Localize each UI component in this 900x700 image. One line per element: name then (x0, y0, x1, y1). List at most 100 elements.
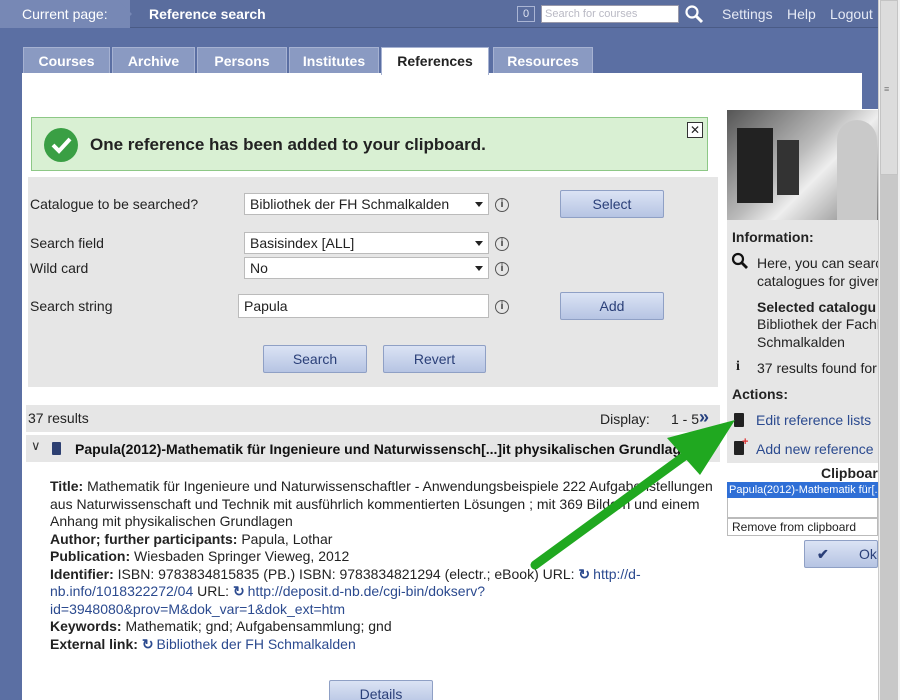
keywords-label: Keywords: (50, 618, 122, 634)
identifier-label: Identifier: (50, 565, 114, 582)
tab-institutes[interactable]: Institutes (289, 47, 379, 74)
record-header[interactable]: ∨ Papula(2012)-Mathematik für Ingenieure… (26, 435, 720, 462)
clipboard-item[interactable]: Papula(2012)-Mathematik für[...] (727, 482, 878, 498)
results-bar: 37 results Display: 1 - 5 » (26, 405, 720, 432)
actions-heading: Actions: (732, 386, 788, 402)
external-link-icon: ↻ (578, 565, 591, 582)
monitor-shape (777, 140, 799, 195)
book-icon (734, 413, 744, 427)
external-link-label: External link: (50, 635, 138, 652)
settings-link[interactable]: Settings (722, 0, 773, 28)
record-publication-row: Publication: Wiesbaden Springer Vieweg, … (50, 548, 715, 566)
ok-button[interactable]: ✔ Ok (804, 540, 878, 568)
info-text-1: Here, you can searc (757, 255, 883, 271)
results-count: 37 results (28, 410, 89, 426)
publication-value: Wiesbaden Springer Vieweg, 2012 (134, 548, 350, 564)
success-notice: One reference has been added to your cli… (31, 117, 708, 171)
search-button[interactable]: Search (263, 345, 367, 373)
record-identifier-row: Identifier: ISBN: 9783834815835 (PB.) IS… (50, 566, 715, 619)
library-link[interactable]: Bibliothek der FH Schmalkalden (157, 636, 356, 652)
info-text-2: catalogues for given (757, 273, 883, 289)
breadcrumb-arrow-icon (118, 0, 132, 28)
revert-button[interactable]: Revert (383, 345, 486, 373)
record-author-row: Author; further participants: Papula, Lo… (50, 531, 715, 549)
record-title[interactable]: Papula(2012)-Mathematik für Ingenieure u… (75, 441, 697, 457)
magnifier-icon (731, 252, 748, 269)
author-label: Author; further participants: (50, 530, 238, 547)
add-button[interactable]: Add (560, 292, 664, 320)
clipboard-action-select[interactable]: Remove from clipboard (727, 518, 878, 536)
plus-icon: + (742, 436, 749, 448)
page-title: Reference search (149, 6, 266, 22)
top-bar: Current page: Reference search 0 Setting… (0, 0, 878, 28)
tab-archive[interactable]: Archive (112, 47, 195, 74)
monitor-shape (737, 128, 773, 203)
search-field-value: Basisindex [ALL] (250, 235, 355, 251)
selected-catalogue-line2: Schmalkalden (757, 334, 845, 350)
selected-catalogue-heading: Selected catalogu (757, 299, 877, 315)
external-link-icon: ↻ (232, 583, 245, 599)
select-button[interactable]: Select (560, 190, 664, 218)
record-keywords-row: Keywords: Mathematik; gnd; Aufgabensamml… (50, 618, 715, 636)
next-page-icon[interactable]: » (699, 407, 709, 428)
identifier-value: ISBN: 9783834815835 (PB.) ISBN: 97838348… (117, 565, 575, 582)
publication-label: Publication: (50, 548, 131, 564)
external-link-icon: ↻ (141, 635, 154, 652)
sidebar-photo (727, 110, 878, 220)
record-details: Title: Mathematik für Ingenieure und Nat… (50, 478, 715, 653)
help-link[interactable]: Help (787, 0, 816, 28)
wildcard-value: No (250, 260, 268, 276)
display-label: Display: (600, 411, 650, 427)
chevron-down-icon (475, 241, 483, 246)
tab-references[interactable]: References (381, 47, 489, 75)
ok-button-label: Ok (859, 546, 877, 562)
tab-courses[interactable]: Courses (23, 47, 110, 74)
add-new-reference-link[interactable]: Add new reference (756, 441, 874, 457)
url-label: URL: (197, 583, 230, 599)
author-value: Papula, Lothar (241, 530, 333, 547)
results-found-text: 37 results found for y (757, 360, 888, 376)
record-external-row: External link: ↻ Bibliothek der FH Schmal… (50, 636, 715, 654)
book-icon (52, 442, 61, 455)
tab-resources[interactable]: Resources (493, 47, 593, 74)
title-value: Mathematik für Ingenieure und Naturwisse… (50, 478, 713, 529)
info-icon[interactable]: i (495, 198, 509, 212)
info-icon[interactable]: i (495, 237, 509, 251)
search-string-label: Search string (30, 298, 113, 314)
details-button[interactable]: Details (329, 680, 433, 700)
checkmark-icon: ✔ (817, 546, 829, 562)
keywords-value: Mathematik; gnd; Aufgabensammlung; gnd (125, 618, 392, 634)
wildcard-label: Wild card (30, 260, 89, 276)
logout-link[interactable]: Logout (830, 0, 873, 28)
selected-catalogue-line1: Bibliothek der Fachh (757, 316, 885, 332)
info-icon: i (736, 359, 740, 374)
search-field-label: Search field (30, 235, 104, 251)
information-heading: Information: (732, 229, 814, 245)
search-string-input[interactable] (238, 294, 489, 318)
check-icon (44, 128, 78, 162)
search-icon[interactable] (684, 4, 704, 24)
catalogue-select[interactable]: Bibliothek der FH Schmalkalden (244, 193, 489, 215)
close-icon[interactable]: ✕ (687, 122, 703, 138)
title-label: Title: (50, 478, 84, 494)
notice-message: One reference has been added to your cli… (90, 135, 486, 154)
chevron-down-icon (475, 202, 483, 207)
clipboard-heading: Clipboar (821, 465, 878, 481)
collapse-icon[interactable]: ∨ (31, 438, 41, 454)
edit-reference-lists-link[interactable]: Edit reference lists (756, 412, 871, 428)
person-shape (837, 120, 877, 220)
search-field-select[interactable]: Basisindex [ALL] (244, 232, 489, 254)
info-icon[interactable]: i (495, 262, 509, 276)
wildcard-select[interactable]: No (244, 257, 489, 279)
breadcrumb-label: Current page: (0, 0, 130, 28)
info-icon[interactable]: i (495, 300, 509, 314)
chevron-down-icon (475, 266, 483, 271)
catalogue-select-value: Bibliothek der FH Schmalkalden (250, 196, 450, 212)
display-range: 1 - 5 (671, 411, 700, 427)
tab-persons[interactable]: Persons (197, 47, 287, 74)
record-title-row: Title: Mathematik für Ingenieure und Nat… (50, 478, 715, 531)
catalogue-label: Catalogue to be searched? (30, 196, 199, 212)
scrollbar-track[interactable] (880, 175, 898, 700)
notification-count[interactable]: 0 (517, 6, 535, 22)
course-search-input[interactable] (541, 5, 679, 23)
